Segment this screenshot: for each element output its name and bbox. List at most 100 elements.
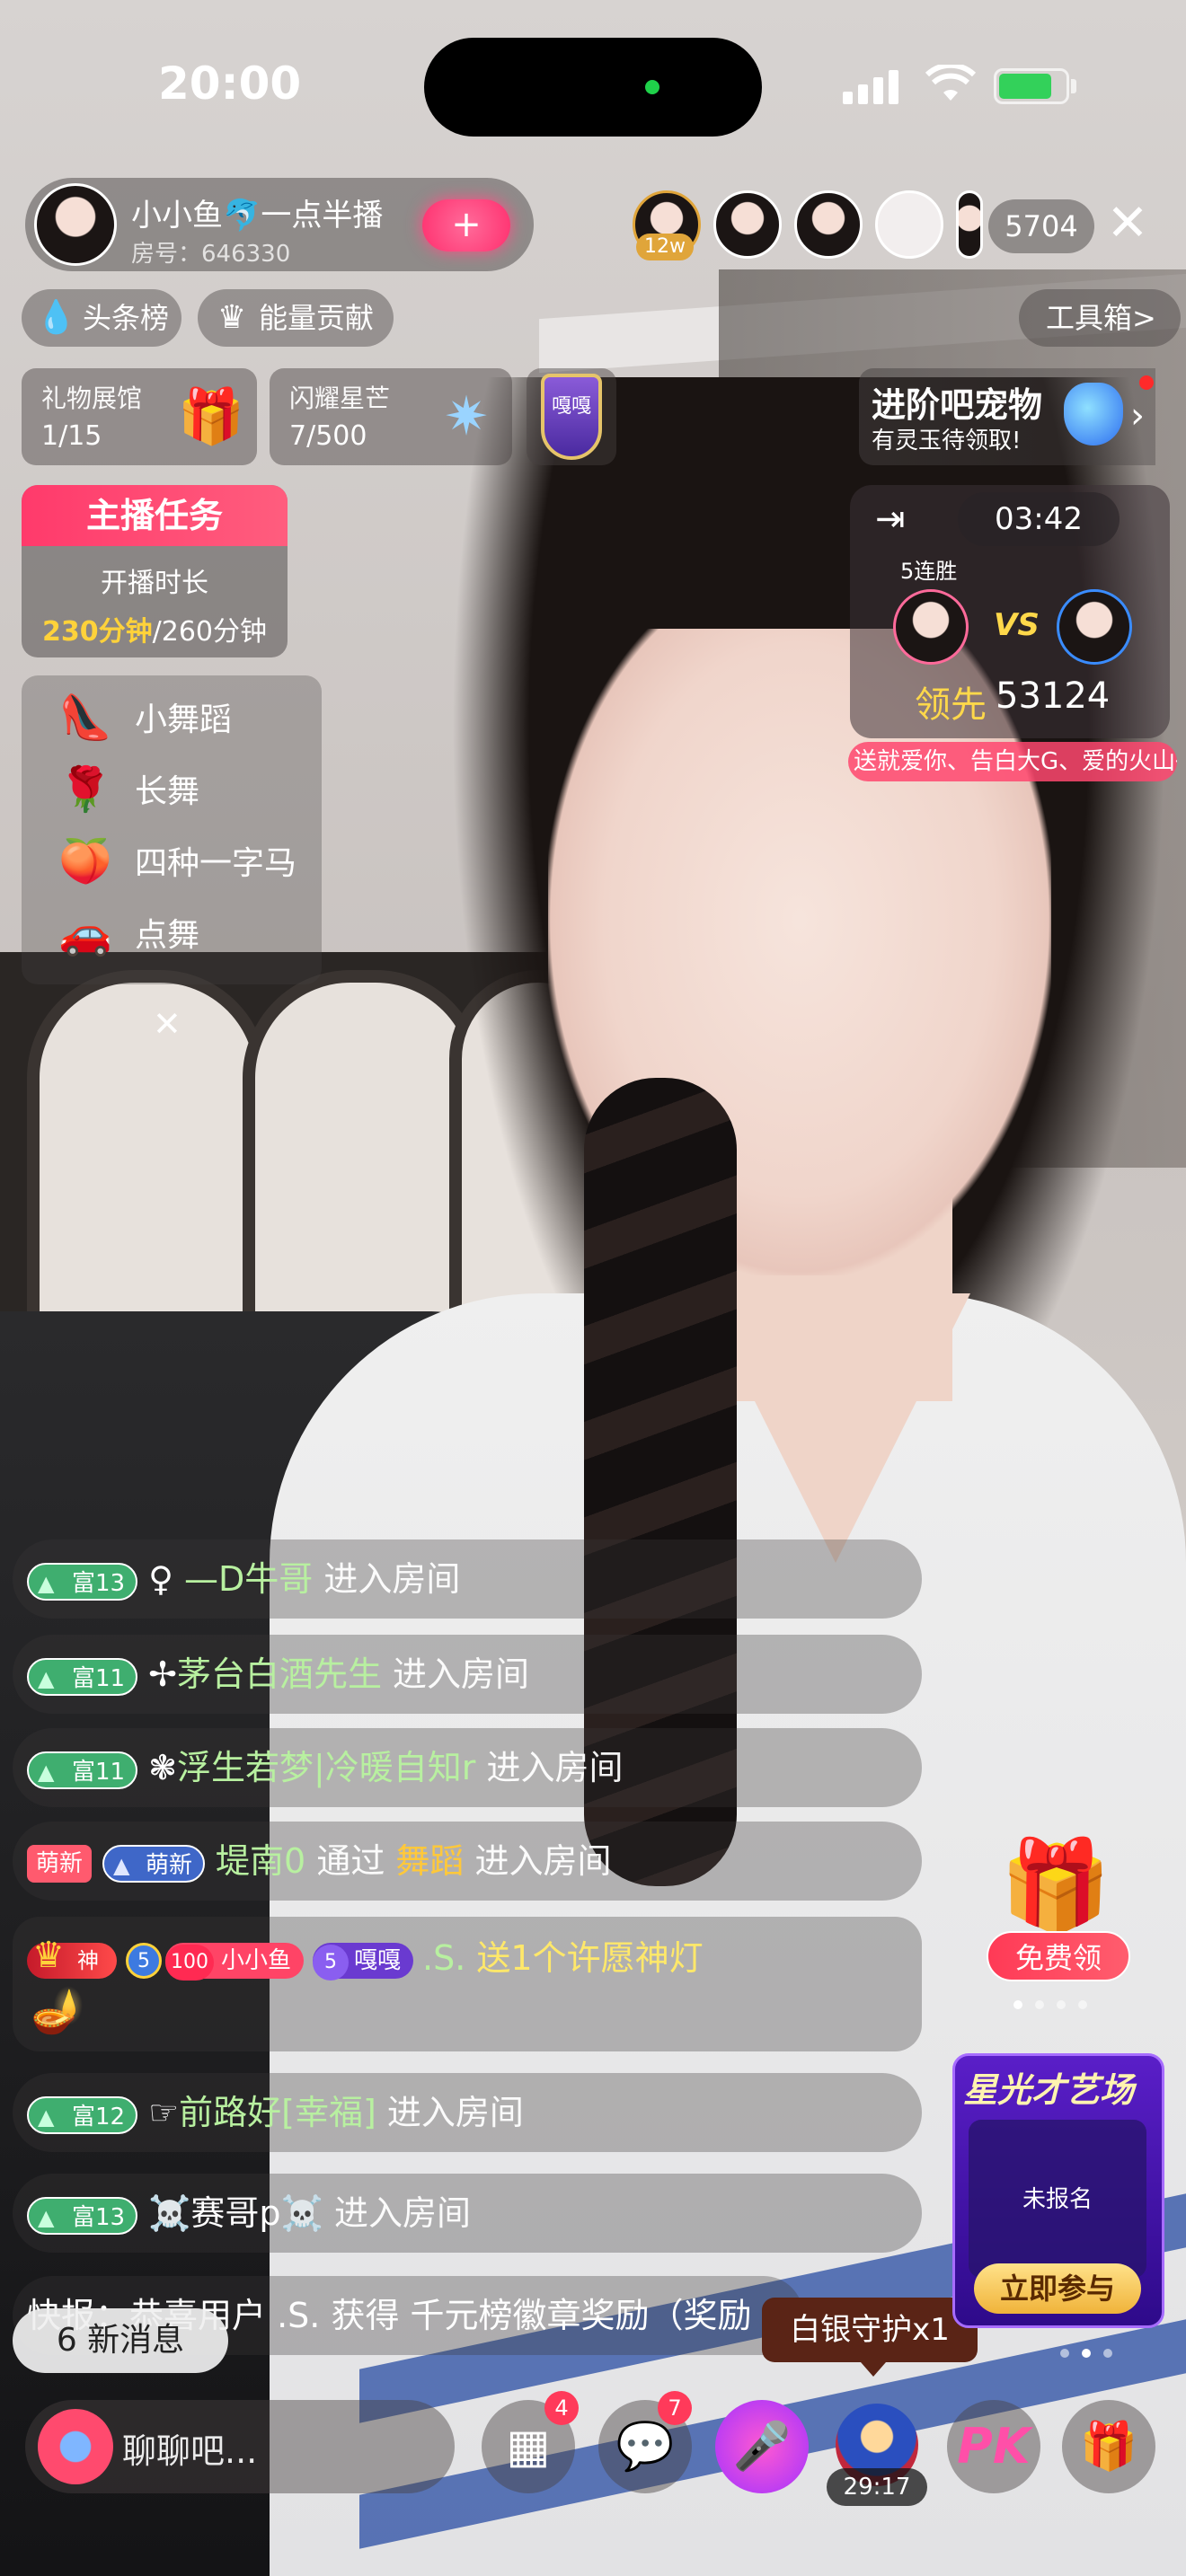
- chat-username[interactable]: 前路好[幸福]: [179, 2093, 376, 2132]
- join-now-button[interactable]: 立即参与: [974, 2263, 1141, 2314]
- chat-message[interactable]: 富11 ❃浮生若梦|冷暖自知r 进入房间: [13, 1728, 922, 1807]
- host-avatar[interactable]: [34, 183, 117, 266]
- wealth-level-badge: 富11: [27, 1751, 138, 1791]
- pk-button[interactable]: PK: [947, 2400, 1040, 2493]
- top-viewer-avatar[interactable]: [713, 190, 782, 259]
- chat-message[interactable]: 富11✢茅台白酒先生 进入房间: [13, 1635, 922, 1714]
- wealth-level-badge: 富13: [27, 1562, 138, 1602]
- pk-opponent-avatar[interactable]: [1057, 589, 1132, 665]
- host-room-number: 房号：646330: [131, 241, 291, 268]
- chat-username[interactable]: .S.: [422, 1938, 465, 1978]
- chat-line: 富13☠️赛哥p☠️ 进入房间: [27, 2188, 471, 2238]
- noble-badge: 神: [27, 1937, 117, 1979]
- gift-gallery-card[interactable]: 礼物展馆 1/15 🎁: [22, 368, 257, 465]
- gem-icon: [1064, 383, 1123, 446]
- messages-badge: 7: [658, 2391, 692, 2425]
- gift-button[interactable]: 🎁: [1062, 2400, 1155, 2493]
- gift-marquee: 送就爱你、告白大G、爱的火山得: [848, 742, 1177, 781]
- chat-action: 进入房间: [323, 1559, 461, 1599]
- chat-input-placeholder: 聊聊吧...: [122, 2431, 258, 2471]
- notification-dot: [1139, 375, 1154, 390]
- chip-label: 能量贡献: [259, 301, 375, 335]
- camera-indicator: [645, 80, 659, 94]
- top-viewer-avatar[interactable]: [956, 190, 983, 259]
- pet-banner-title: 进阶吧宠物: [872, 385, 1043, 425]
- gift-box-icon[interactable]: 🎁: [997, 1832, 1114, 1940]
- toolbox-label: 工具箱: [1046, 301, 1133, 335]
- headline-rank-chip[interactable]: 💧 头条榜: [22, 289, 181, 347]
- chat-username[interactable]: ☠️赛哥p☠️: [148, 2193, 323, 2233]
- chat-action: 进入房间: [486, 1748, 624, 1787]
- sing-button[interactable]: 🎤: [715, 2400, 809, 2493]
- new-messages-button[interactable]: 6 新消息: [13, 2308, 228, 2373]
- chat-action: 进入房间: [474, 1841, 612, 1881]
- car-icon: 🚗: [58, 908, 112, 958]
- status-time: 20:00: [158, 57, 302, 110]
- plus-icon: +: [451, 204, 482, 245]
- dynamic-island: [424, 38, 762, 137]
- free-claim-button[interactable]: 免费领: [987, 1931, 1130, 1981]
- chat-gift-text: 送1个许愿神灯: [476, 1938, 704, 1978]
- chat-username[interactable]: 茅台白酒先生: [177, 1654, 382, 1694]
- chat-username[interactable]: 堤南0: [216, 1841, 305, 1881]
- top-viewer-avatar[interactable]: [875, 190, 943, 259]
- top-viewer-avatar[interactable]: [794, 190, 863, 259]
- coin-level-badge: 5: [126, 1942, 162, 1979]
- wealth-level-badge: 富13: [27, 2196, 138, 2236]
- task-progress-value: 230分钟: [42, 616, 153, 648]
- fan-club-name: 嘎嘎: [354, 1946, 402, 1974]
- pk-timer: 03:42: [958, 492, 1120, 546]
- carousel-dots: [1013, 1996, 1100, 2009]
- pk-win-streak: 5连胜: [900, 559, 958, 584]
- fan-club-badge: 5 嘎嘎: [313, 1942, 414, 1981]
- newbie-badge: 萌新: [27, 1844, 93, 1883]
- host-task-card[interactable]: 主播任务 开播时长 230分钟/260分钟: [22, 485, 288, 657]
- follow-button[interactable]: +: [422, 199, 510, 251]
- close-icon[interactable]: ✕: [1105, 198, 1150, 250]
- shining-star-card[interactable]: 闪耀星芒 7/500 ✷: [270, 368, 512, 465]
- menu-item-label: 小舞蹈: [135, 701, 233, 738]
- chat-message[interactable]: 富12 ☞前路好[幸福] 进入房间: [13, 2073, 922, 2152]
- menu-item-label: 点舞: [135, 917, 200, 954]
- chat-username[interactable]: 浮生若梦|冷暖自知r: [177, 1748, 475, 1787]
- pk-lead-label: 领先: [915, 684, 987, 726]
- chat-username[interactable]: —D牛哥: [184, 1559, 313, 1599]
- exit-icon[interactable]: ⇥: [875, 501, 915, 541]
- guard-tooltip: 白银守护x1: [762, 2298, 978, 2377]
- task-title: 主播任务: [22, 485, 288, 546]
- pk-host-avatar[interactable]: [893, 589, 969, 665]
- host-name: 小小鱼🐬一点半播: [131, 198, 384, 234]
- grid-icon: ▦: [506, 2420, 551, 2474]
- task-progress-total: /260分钟: [152, 616, 267, 648]
- chat-line: 富13♀ —D牛哥 进入房间: [27, 1554, 460, 1604]
- shining-star-label: 闪耀星芒: [289, 384, 391, 413]
- task-name: 开播时长: [101, 568, 208, 599]
- star-crystal-icon: ✷: [443, 385, 490, 448]
- chat-message[interactable]: 富13♀ —D牛哥 进入房间: [13, 1539, 922, 1619]
- magic-lamp-icon: 🪔: [31, 1986, 84, 2036]
- apps-badge: 4: [544, 2391, 579, 2425]
- fan-badge-card[interactable]: 嘎嘎: [527, 368, 616, 465]
- chat-line: 萌新萌新堤南0 通过 舞蹈 进入房间: [27, 1836, 612, 1886]
- carousel-dots: [1060, 2344, 1125, 2358]
- chat-line: 富11 ❃浮生若梦|冷暖自知r 进入房间: [27, 1742, 623, 1793]
- robot-assistant-icon[interactable]: [38, 2409, 113, 2484]
- chat-line: 富11✢茅台白酒先生 进入房间: [27, 1649, 529, 1699]
- microphone-icon: 🎤: [732, 2420, 792, 2474]
- toolbox-button[interactable]: 工具箱>: [1019, 289, 1181, 347]
- energy-contribution-chip[interactable]: ♛ 能量贡献: [198, 289, 394, 347]
- cellular-signal-icon: [843, 68, 900, 104]
- close-icon[interactable]: ✕: [153, 1004, 181, 1044]
- online-count[interactable]: 5704: [988, 199, 1094, 253]
- flame-icon: 💧: [36, 299, 76, 336]
- gift-gallery-label: 礼物展馆: [41, 384, 143, 413]
- wealth-level-badge: 富12: [27, 2095, 138, 2136]
- wealth-level-badge: 富11: [27, 1657, 138, 1698]
- viewer-contribution-tag: 12w: [636, 234, 694, 260]
- fan-level: 5: [313, 1944, 350, 1981]
- chat-message[interactable]: 富13☠️赛哥p☠️ 进入房间: [13, 2174, 922, 2253]
- crystal-shoe-icon: 👠: [58, 693, 112, 743]
- talent-show-status: 未报名: [1022, 2186, 1093, 2213]
- chat-message[interactable]: 萌新萌新堤南0 通过 舞蹈 进入房间: [13, 1822, 922, 1901]
- chat-message-gift[interactable]: 神5100小小鱼5嘎嘎.S. 送1个许愿神灯 🪔: [13, 1917, 922, 2051]
